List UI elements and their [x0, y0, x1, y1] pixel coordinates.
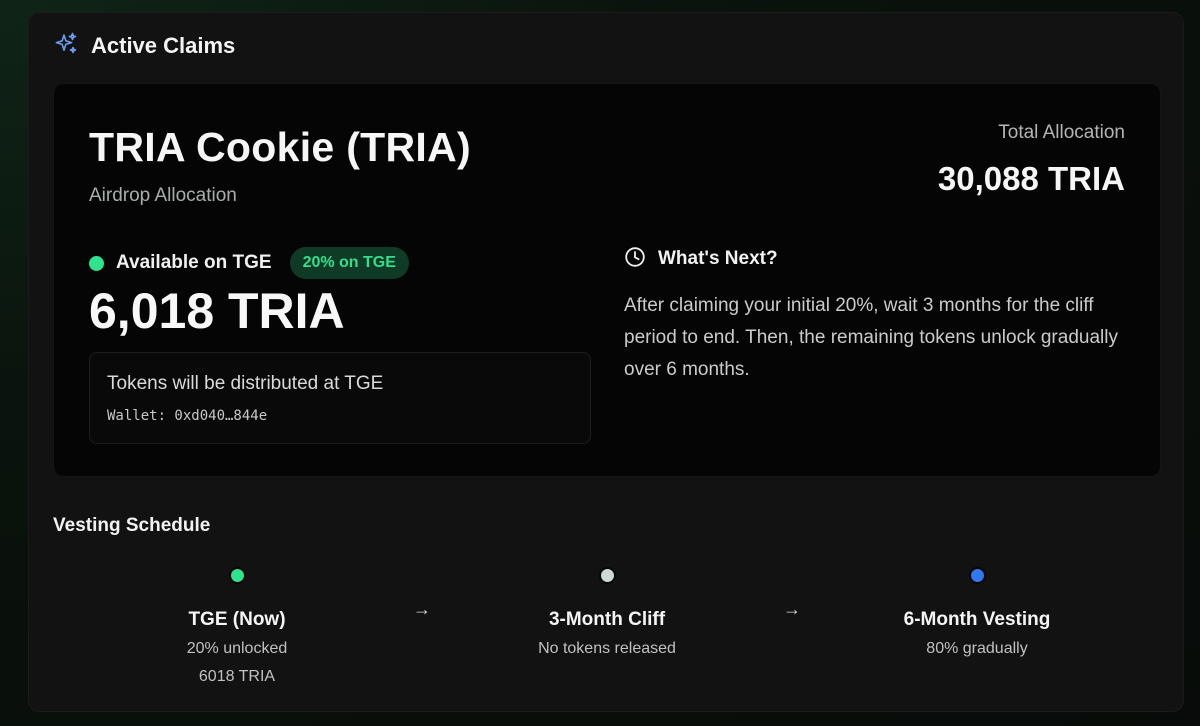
step-title: TGE (Now) — [188, 609, 286, 630]
active-claims-panel: Active Claims TRIA Cookie (TRIA) Airdrop… — [28, 12, 1184, 712]
arrow-right-icon: → — [783, 599, 801, 619]
sparkles-icon — [53, 31, 79, 62]
available-amount: 6,018 TRIA — [89, 283, 345, 339]
tge-percent-badge: 20% on TGE — [289, 247, 409, 279]
allocation-type: Airdrop Allocation — [89, 185, 237, 206]
step-dot-icon — [968, 567, 986, 584]
distribution-info-box: Tokens will be distributed at TGE Wallet… — [89, 352, 591, 444]
clock-icon — [624, 246, 646, 273]
step-detail: 80% gradually — [926, 640, 1028, 657]
vesting-step-cliff: 3-Month Cliff No tokens released — [477, 565, 737, 659]
step-dot-icon — [598, 567, 616, 584]
arrow-right-icon: → — [413, 599, 431, 619]
step-title: 6-Month Vesting — [903, 609, 1051, 630]
vesting-step-vesting: 6-Month Vesting 80% gradually — [847, 565, 1107, 659]
whats-next-title: What's Next? — [658, 248, 778, 269]
whats-next-body: After claiming your initial 20%, wait 3 … — [624, 295, 1118, 380]
panel-header: Active Claims — [53, 31, 235, 61]
claim-card: TRIA Cookie (TRIA) Airdrop Allocation To… — [53, 83, 1161, 477]
available-row: Available on TGE 20% on TGE — [89, 246, 409, 280]
vesting-schedule-title: Vesting Schedule — [53, 515, 211, 536]
vesting-step-tge: TGE (Now) 20% unlocked 6018 TRIA — [107, 565, 367, 687]
wallet-address: Wallet: 0xd040…844e — [107, 408, 268, 424]
total-allocation-value: 30,088 TRIA — [937, 160, 1125, 197]
step-amount: 6018 TRIA — [198, 668, 276, 685]
status-dot-icon — [89, 255, 104, 271]
step-detail: 20% unlocked — [186, 640, 288, 657]
panel-title: Active Claims — [91, 33, 236, 58]
whats-next-header: What's Next? — [624, 244, 778, 274]
step-dot-icon — [228, 567, 246, 584]
total-allocation-label: Total Allocation — [998, 122, 1125, 143]
distribution-text: Tokens will be distributed at TGE — [107, 373, 384, 394]
step-detail: No tokens released — [538, 640, 676, 657]
available-label: Available on TGE — [116, 252, 272, 273]
step-title: 3-Month Cliff — [548, 609, 666, 630]
token-name: TRIA Cookie (TRIA) — [89, 124, 471, 170]
